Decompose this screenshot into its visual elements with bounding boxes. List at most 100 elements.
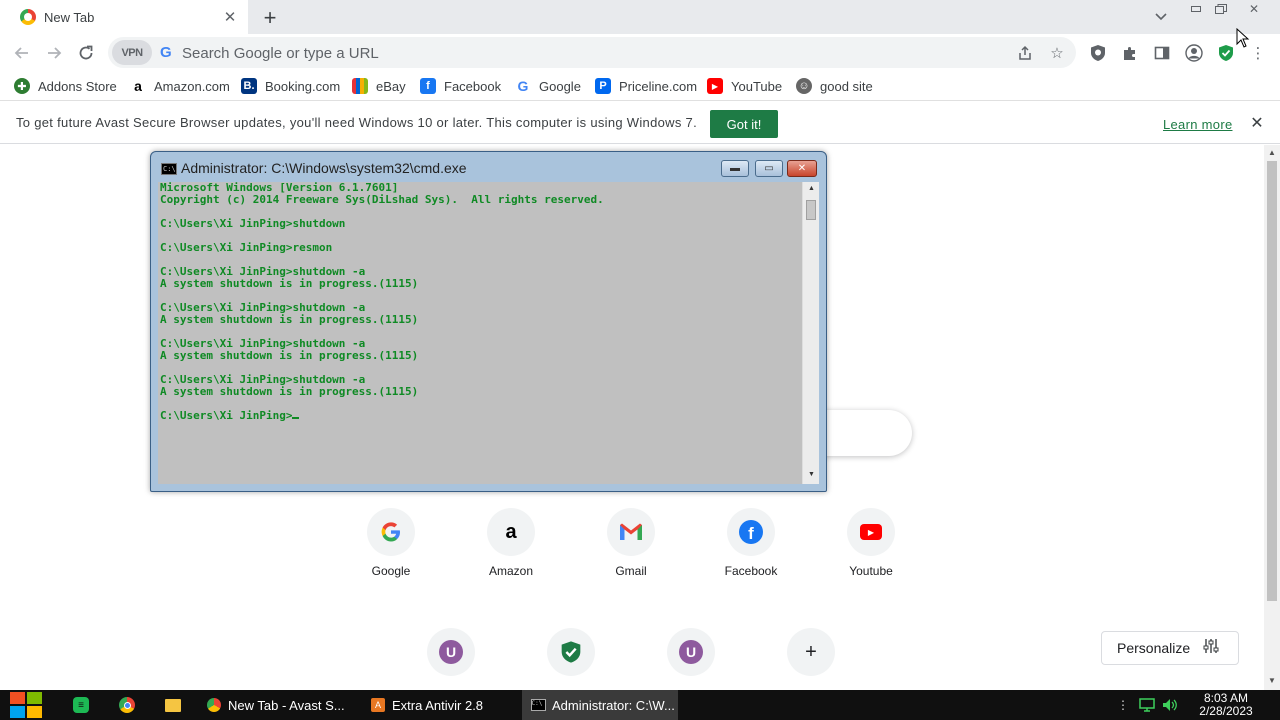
amazon-icon: a (134, 78, 142, 94)
shortcut-security[interactable] (523, 628, 619, 690)
bookmark-priceline[interactable]: P Priceline.com (595, 77, 697, 95)
minimize-window-button[interactable] (1183, 0, 1209, 18)
chrome-icon[interactable] (115, 693, 139, 717)
address-input[interactable] (182, 43, 982, 63)
google-icon: G (517, 78, 529, 94)
add-shortcut-button[interactable]: + (763, 628, 859, 690)
bookmark-google[interactable]: G Google (515, 77, 581, 95)
close-window-button[interactable]: ✕ (1241, 0, 1267, 18)
chevron-down-icon[interactable] (1150, 6, 1172, 28)
user-letter-icon: U (667, 628, 715, 676)
cmd-console[interactable]: Microsoft Windows [Version 6.1.7601] Copy… (158, 182, 810, 484)
security-check-icon[interactable] (1216, 43, 1236, 63)
omnibox[interactable]: VPN G ☆ (108, 37, 1076, 68)
update-infobar: To get future Avast Secure Browser updat… (0, 102, 1280, 144)
shortcut-user-1[interactable]: U (403, 628, 499, 690)
restore-window-button[interactable] (1208, 0, 1234, 18)
sidebar-icon[interactable] (1152, 43, 1172, 63)
cmd-line: A system shutdown is in progress.(1115) (160, 349, 419, 362)
bookmark-addons-store[interactable]: ✚ Addons Store (14, 77, 117, 95)
cmd-scrollbar-thumb[interactable] (806, 200, 816, 220)
tray-overflow-icon[interactable]: ⋮ (1115, 697, 1131, 713)
cmd-icon: C:\ (161, 163, 177, 175)
cmd-close-button[interactable]: ✕ (787, 160, 817, 177)
close-icon[interactable]: ✕ (1248, 114, 1266, 132)
cmd-scrollbar[interactable]: ▲ ▼ (802, 182, 819, 484)
share-icon[interactable] (1016, 44, 1034, 62)
learn-more-link[interactable]: Learn more (1163, 117, 1232, 132)
scroll-down-arrow-icon[interactable]: ▼ (808, 471, 815, 478)
bookmark-star-icon[interactable]: ☆ (1048, 44, 1066, 62)
cmd-window[interactable]: C:\ Administrator: C:\Windows\system32\c… (150, 151, 827, 492)
avast-shield-icon (547, 628, 595, 676)
reload-icon[interactable] (73, 40, 99, 66)
tab-title: New Tab (44, 9, 95, 25)
tab-new-tab[interactable]: New Tab ✕ (0, 0, 248, 34)
back-arrow-icon[interactable] (9, 40, 35, 66)
shortcut-gmail[interactable]: Gmail (583, 508, 679, 588)
shortcut-label: Google (371, 564, 411, 578)
got-it-button[interactable]: Got it! (710, 110, 778, 138)
taskbar-item-label: Extra Antivir 2.8 (392, 697, 484, 713)
bookmark-label: Amazon.com (154, 78, 230, 94)
taskbar-item-browser[interactable]: New Tab - Avast S... (198, 690, 354, 720)
taskbar-item-antivirus[interactable]: A Extra Antivir 2.8 (362, 690, 514, 720)
extensions-puzzle-icon[interactable] (1120, 43, 1140, 63)
menu-kebab-icon[interactable]: ⋮ (1248, 43, 1268, 63)
system-clock[interactable]: 8:03 AM 2/28/2023 (1188, 692, 1264, 718)
bookmark-youtube[interactable]: ▶ YouTube (707, 77, 782, 95)
close-tab-icon[interactable]: ✕ (220, 7, 240, 27)
new-tab-button[interactable]: + (258, 5, 282, 30)
personalize-button[interactable]: Personalize (1101, 631, 1239, 665)
page-scrollbar[interactable]: ▲ ▼ (1264, 145, 1280, 690)
cmd-icon: C:\ (530, 697, 546, 713)
avast-shield-icon[interactable] (1088, 43, 1108, 63)
add-shortcut-icon: + (787, 628, 835, 676)
scrollbar-thumb[interactable] (1267, 161, 1277, 601)
bookmark-label: Booking.com (265, 78, 341, 94)
cmd-line: A system shutdown is in progress.(1115) (160, 313, 419, 326)
network-icon[interactable] (1139, 697, 1155, 713)
volume-icon[interactable] (1162, 697, 1178, 713)
scroll-up-arrow-icon[interactable]: ▲ (808, 185, 815, 192)
bookmark-ebay[interactable]: eBay (352, 77, 406, 95)
shortcut-youtube[interactable]: ▶ Youtube (823, 508, 919, 588)
forward-arrow-icon[interactable] (41, 40, 67, 66)
vpn-button[interactable]: VPN (112, 40, 152, 65)
bookmark-booking[interactable]: B. Booking.com (241, 77, 340, 95)
addons-icon: ✚ (14, 78, 30, 94)
mouse-cursor-icon (1236, 28, 1250, 48)
taskbar-item-cmd[interactable]: C:\ Administrator: C:\W... (522, 690, 678, 720)
cmd-line: Copyright (c) 2014 Freeware Sys(DiLshad … (160, 193, 604, 206)
scroll-down-arrow-icon[interactable]: ▼ (1268, 676, 1276, 685)
personalize-label: Personalize (1117, 640, 1191, 656)
shortcut-label: Facebook (724, 564, 778, 578)
shortcut-amazon[interactable]: a Amazon (463, 508, 559, 588)
start-button[interactable] (10, 692, 44, 718)
shortcut-user-2[interactable]: U (643, 628, 739, 690)
cmd-window-title: Administrator: C:\Windows\system32\cmd.e… (181, 160, 467, 176)
cmd-line: A system shutdown is in progress.(1115) (160, 385, 419, 398)
taskbar-item-label: Administrator: C:\W... (552, 697, 675, 713)
shortcut-facebook[interactable]: f Facebook (703, 508, 799, 588)
taskbar: ≡ New Tab - Avast S... A Extra Antivir 2… (0, 690, 1280, 720)
shortcut-label: Amazon (488, 564, 534, 578)
shortcut-google[interactable]: Google (343, 508, 439, 588)
scroll-up-arrow-icon[interactable]: ▲ (1268, 148, 1276, 157)
bookmark-facebook[interactable]: f Facebook (420, 77, 501, 95)
clock-date: 2/28/2023 (1199, 704, 1253, 718)
chat-app-icon[interactable]: ≡ (69, 693, 93, 717)
cmd-minimize-button[interactable]: ▬ (721, 160, 749, 177)
cmd-maximize-button[interactable]: ▭ (755, 160, 783, 177)
user-letter-icon: U (427, 628, 475, 676)
bookmark-amazon[interactable]: a Amazon.com (130, 77, 230, 95)
file-explorer-icon[interactable] (161, 693, 185, 717)
bookmark-good-site[interactable]: ☺ good site (796, 77, 873, 95)
avast-browser-icon (206, 697, 222, 713)
google-icon (367, 508, 415, 556)
shortcut-label: Youtube (849, 564, 893, 578)
bookmark-label: good site (820, 78, 873, 94)
avast-browser-icon (20, 9, 36, 25)
profile-icon[interactable] (1184, 43, 1204, 63)
cmd-line: A system shutdown is in progress.(1115) (160, 277, 419, 290)
